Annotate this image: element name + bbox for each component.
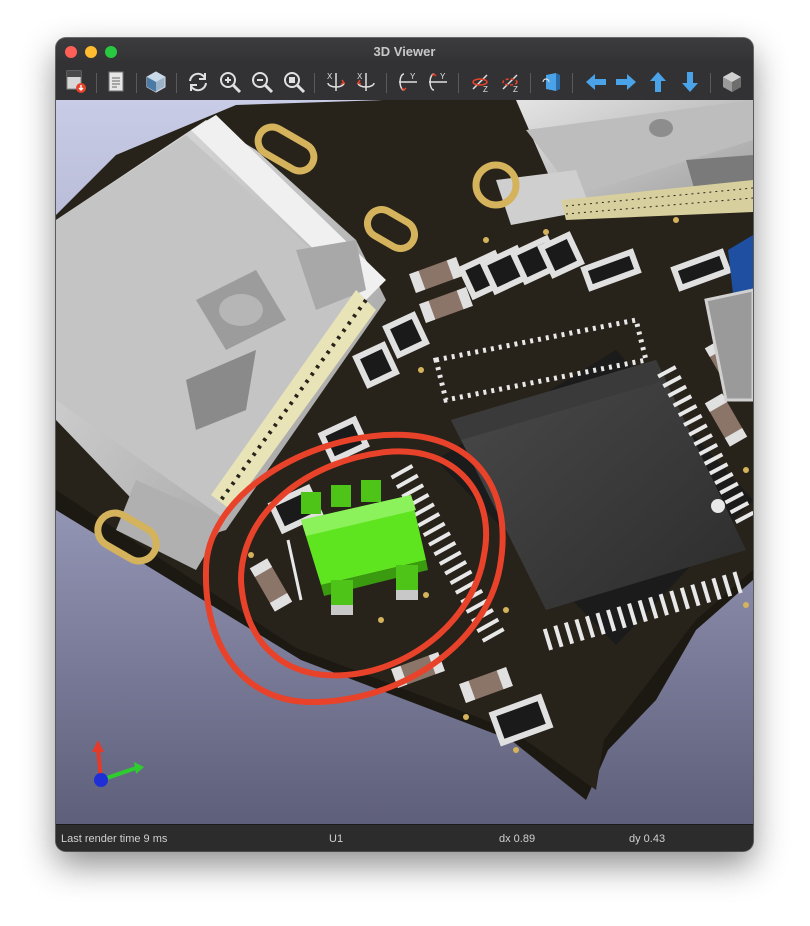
dy-readout: dy 0.43 bbox=[629, 833, 666, 845]
svg-text:Z: Z bbox=[513, 85, 518, 94]
pan-left-button[interactable] bbox=[582, 68, 610, 96]
pan-right-button[interactable] bbox=[612, 68, 640, 96]
arrow-left-icon bbox=[586, 74, 606, 90]
zoom-fit-icon bbox=[284, 72, 306, 94]
rotate-y-ccw-button[interactable]: Y bbox=[424, 68, 452, 96]
zoom-out-button[interactable] bbox=[248, 68, 276, 96]
svg-text:Y: Y bbox=[410, 72, 416, 81]
rotate-y-cw-button[interactable]: Y bbox=[394, 68, 422, 96]
status-bar: Last render time 9 ms U1 dx 0.89 dy 0.43 bbox=[56, 824, 753, 851]
svg-text:X: X bbox=[327, 72, 333, 81]
pan-down-button[interactable] bbox=[676, 68, 704, 96]
3d-viewport[interactable] bbox=[56, 100, 753, 824]
viewer-window: 3D Viewer X X Y Y Z Z Last render time 9… bbox=[56, 38, 753, 851]
rotate-x-ccw-icon: X bbox=[356, 72, 375, 91]
render-mode-button[interactable] bbox=[142, 68, 170, 96]
ortho-view-button[interactable] bbox=[718, 68, 746, 96]
svg-text:Z: Z bbox=[483, 85, 488, 94]
dx-readout: dx 0.89 bbox=[499, 833, 536, 845]
rotate-y-ccw-icon: Y bbox=[429, 72, 447, 91]
export-image-button[interactable] bbox=[62, 68, 90, 96]
toolbar: X X Y Y Z Z bbox=[56, 64, 753, 101]
rotate-z-ccw-icon: Z bbox=[502, 74, 518, 94]
rotate-x-cw-icon: X bbox=[327, 72, 346, 91]
arrow-down-icon bbox=[682, 72, 698, 92]
window-title: 3D Viewer bbox=[373, 44, 436, 59]
rotate-y-cw-icon: Y bbox=[399, 72, 417, 92]
refresh-icon bbox=[189, 72, 207, 92]
svg-text:Y: Y bbox=[440, 72, 446, 81]
export-image-icon bbox=[66, 70, 86, 93]
rotate-z-cw-icon: Z bbox=[472, 74, 488, 94]
arrow-right-icon bbox=[616, 74, 636, 90]
selected-item-text: U1 bbox=[329, 833, 344, 845]
rotate-z-cw-button[interactable]: Z bbox=[466, 68, 494, 96]
reload-board-button[interactable] bbox=[184, 68, 212, 96]
zoom-in-icon bbox=[220, 72, 242, 94]
zoom-out-icon bbox=[252, 72, 274, 94]
flip-board-icon bbox=[542, 73, 560, 91]
title-bar: 3D Viewer bbox=[56, 38, 753, 64]
render-time-text: Last render time 9 ms bbox=[61, 833, 168, 845]
rotate-x-cw-button[interactable]: X bbox=[322, 68, 350, 96]
cube-render-icon bbox=[146, 71, 166, 93]
copy-to-clipboard-button[interactable] bbox=[102, 68, 130, 96]
flip-board-button[interactable] bbox=[538, 68, 566, 96]
zoom-fit-button[interactable] bbox=[280, 68, 308, 96]
arrow-up-icon bbox=[650, 72, 666, 92]
clipboard-icon bbox=[108, 71, 124, 92]
zoom-in-button[interactable] bbox=[216, 68, 244, 96]
pan-up-button[interactable] bbox=[644, 68, 672, 96]
rotate-z-ccw-button[interactable]: Z bbox=[496, 68, 524, 96]
pcb-render[interactable] bbox=[56, 100, 753, 824]
svg-text:X: X bbox=[357, 72, 363, 81]
rotate-x-ccw-button[interactable]: X bbox=[352, 68, 380, 96]
cube-ortho-icon bbox=[723, 72, 741, 92]
